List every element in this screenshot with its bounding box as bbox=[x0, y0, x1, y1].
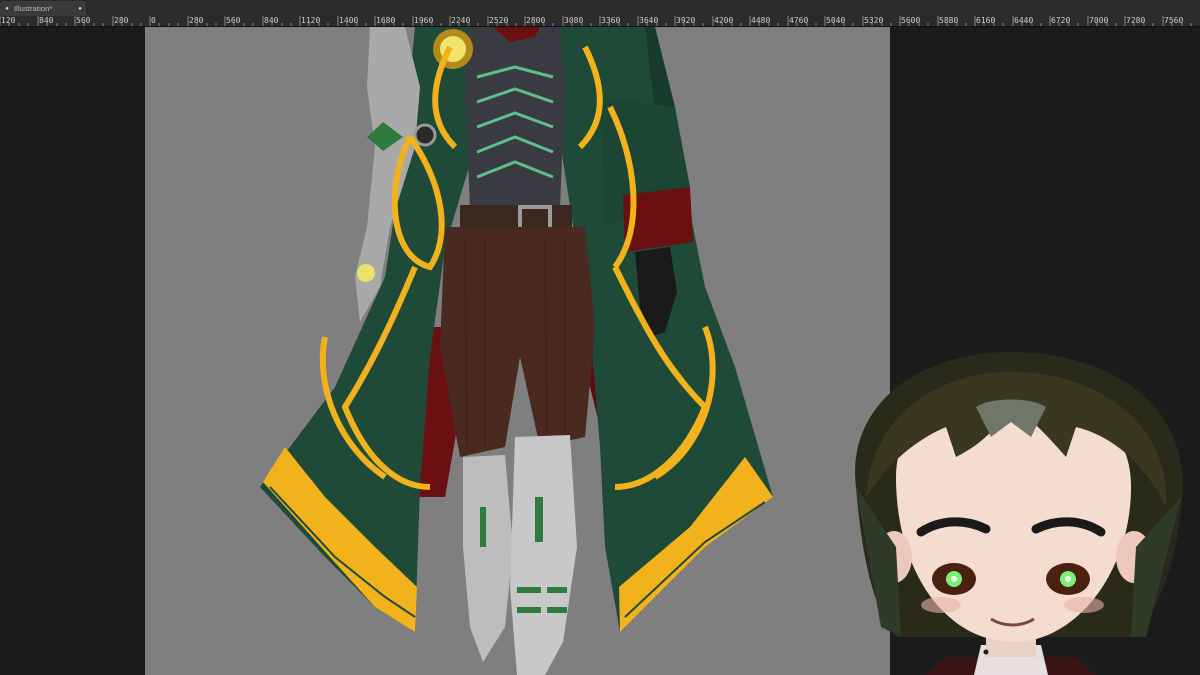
ruler-label: 840 bbox=[39, 16, 54, 25]
drawing-canvas[interactable] bbox=[145, 27, 890, 675]
ruler-label: 7280 bbox=[1126, 16, 1146, 25]
ruler-label: 4760 bbox=[789, 16, 809, 25]
illustration-app: ● Illustration* ● 120 840 560 280 0 280 560 840… bbox=[0, 0, 1200, 675]
ruler-label: 3920 bbox=[676, 16, 696, 25]
tab-pin-dot-icon: ● bbox=[5, 5, 9, 12]
ruler-label: 2240 bbox=[451, 16, 471, 25]
ruler-label: 280 bbox=[114, 16, 129, 25]
horizontal-ruler[interactable]: 120 840 560 280 0 280 560 840 1120 1400 1680 1960 22… bbox=[0, 16, 1200, 27]
torso-armour bbox=[465, 27, 565, 207]
ruler-label: 2520 bbox=[489, 16, 509, 25]
pants bbox=[440, 227, 595, 457]
workspace bbox=[0, 27, 1200, 675]
character-illustration bbox=[260, 27, 773, 675]
belt bbox=[460, 205, 572, 227]
ruler-label: 1960 bbox=[414, 16, 434, 25]
ruler-label: 6160 bbox=[976, 16, 996, 25]
document-tab[interactable]: ● Illustration* ● bbox=[0, 1, 86, 16]
ruler-label: 280 bbox=[189, 16, 204, 25]
ruler-label: 3640 bbox=[639, 16, 659, 25]
ruler-label: 4200 bbox=[714, 16, 734, 25]
ruler-label: 560 bbox=[226, 16, 241, 25]
ruler-label: 3360 bbox=[601, 16, 621, 25]
tab-close-dot-icon[interactable]: ● bbox=[74, 6, 86, 12]
ruler-label: 5040 bbox=[826, 16, 846, 25]
ruler-label: 5600 bbox=[901, 16, 921, 25]
right-metal-leg bbox=[510, 435, 577, 675]
ruler-label: 560 bbox=[76, 16, 91, 25]
ruler-label: 1120 bbox=[301, 16, 321, 25]
chibi-avatar bbox=[855, 352, 1183, 675]
ruler-label: 1680 bbox=[376, 16, 396, 25]
hand-light bbox=[357, 264, 375, 282]
ruler-label: 3080 bbox=[564, 16, 584, 25]
ruler-label: 7000 bbox=[1089, 16, 1109, 25]
ruler-label: 7560 bbox=[1164, 16, 1184, 25]
ruler-label: 5880 bbox=[939, 16, 959, 25]
ruler-label: 4480 bbox=[751, 16, 771, 25]
ruler-label: 840 bbox=[264, 16, 279, 25]
ruler-label: 2800 bbox=[526, 16, 546, 25]
ruler-label: 1400 bbox=[339, 16, 359, 25]
ruler-label: 120 bbox=[1, 16, 16, 25]
document-tab-title: Illustration* bbox=[14, 4, 53, 13]
ruler-label: 0 bbox=[151, 16, 156, 25]
ruler-label: 5320 bbox=[864, 16, 884, 25]
document-tab-bar: ● Illustration* ● bbox=[0, 0, 1200, 16]
avatar-overlay bbox=[826, 327, 1200, 675]
ruler-label: 6440 bbox=[1014, 16, 1034, 25]
ruler-label: 6720 bbox=[1051, 16, 1071, 25]
left-metal-leg bbox=[463, 455, 513, 662]
